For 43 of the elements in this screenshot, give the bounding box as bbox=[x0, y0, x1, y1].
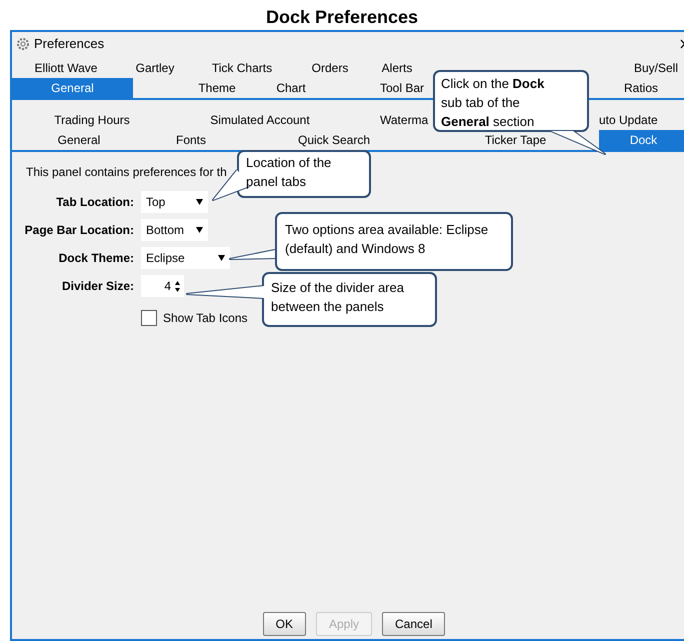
callout-text: Size of the divider area between the panels bbox=[271, 279, 405, 316]
checkbox[interactable] bbox=[141, 310, 157, 326]
callout-text: Click on the Dock sub tab of the General section bbox=[441, 75, 546, 131]
tab[interactable]: Elliott Wave bbox=[12, 58, 120, 78]
tab[interactable]: Quick Search bbox=[236, 130, 432, 150]
tab[interactable]: Fonts bbox=[146, 130, 236, 150]
description-text: This panel contains preferences for th bbox=[26, 164, 228, 179]
tab[interactable]: Dock bbox=[599, 130, 684, 150]
tab[interactable]: Buy/Sell bbox=[624, 58, 684, 78]
tab[interactable]: Gartley bbox=[120, 58, 190, 78]
callout-text: Two options area available: Eclipse (default) and Windows 8 bbox=[285, 221, 490, 258]
tab[interactable]: Ticker Tape bbox=[432, 130, 599, 150]
caret-icon bbox=[196, 227, 203, 233]
tab[interactable]: Chart bbox=[266, 78, 316, 98]
tab[interactable]: Alerts bbox=[366, 58, 428, 78]
tab[interactable]: Tool Bar bbox=[372, 78, 432, 98]
dropdown[interactable]: Bottom bbox=[141, 219, 208, 241]
window-title: Preferences bbox=[34, 35, 104, 54]
tab[interactable]: uto Update bbox=[599, 110, 684, 130]
spinner-arrows-icon[interactable] bbox=[175, 280, 180, 292]
dropdown[interactable]: Top bbox=[141, 191, 208, 213]
field-label: Dock Theme: bbox=[58, 250, 134, 267]
checkbox-label: Show Tab Icons bbox=[163, 310, 248, 327]
tab[interactable]: Trading Hours bbox=[38, 110, 146, 130]
caret-icon bbox=[196, 199, 203, 205]
caret-icon bbox=[218, 255, 225, 261]
gear-icon bbox=[16, 37, 30, 51]
tab[interactable]: Tick Charts bbox=[190, 58, 294, 78]
tab[interactable]: General bbox=[12, 130, 146, 150]
tab[interactable]: Simulated Account bbox=[198, 110, 322, 130]
field-label: Tab Location: bbox=[55, 194, 134, 211]
dialog-button[interactable]: Cancel bbox=[382, 612, 446, 636]
tab[interactable]: General bbox=[12, 78, 133, 98]
tab[interactable]: Orders bbox=[294, 58, 366, 78]
tab[interactable]: Ratios bbox=[594, 78, 684, 98]
page-title: Dock Preferences bbox=[264, 6, 420, 29]
field-label: Page Bar Location: bbox=[24, 222, 134, 239]
dialog-button[interactable]: OK bbox=[262, 612, 306, 636]
tab[interactable]: Theme bbox=[168, 78, 266, 98]
callout-text: Location of the panel tabs bbox=[246, 154, 332, 191]
number-spinner[interactable]: 4 bbox=[141, 275, 184, 297]
field-label: Divider Size: bbox=[60, 278, 134, 295]
tab[interactable]: Waterma bbox=[380, 110, 430, 130]
